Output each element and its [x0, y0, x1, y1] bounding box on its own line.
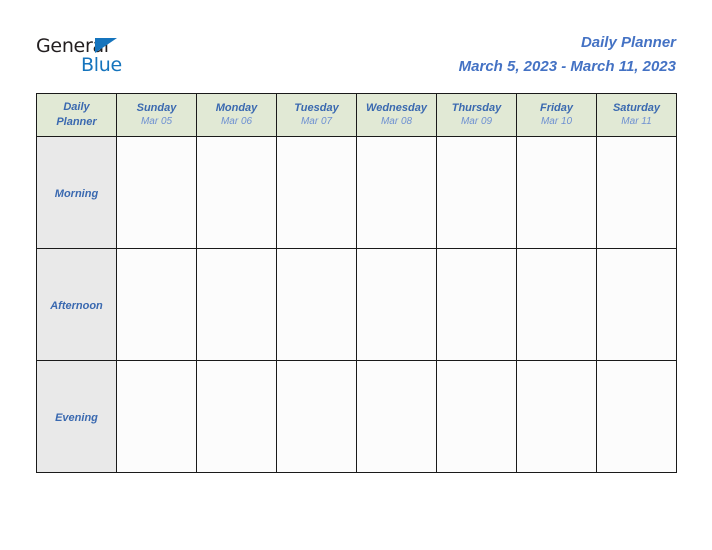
triangle-icon [95, 38, 117, 53]
logo-word-blue: Blue [81, 54, 122, 76]
slot-afternoon-tuesday[interactable] [276, 248, 357, 361]
slot-morning-wednesday[interactable] [356, 136, 437, 249]
table-row-evening: Evening [36, 360, 677, 473]
page-header: General Blue Daily Planner March 5, 2023… [0, 0, 712, 93]
daily-planner-table: Daily Planner Sunday Mar 05 Monday Mar 0… [36, 93, 677, 473]
table-header: Daily Planner Sunday Mar 05 Monday Mar 0… [36, 93, 677, 137]
page-title: Daily Planner [580, 34, 676, 51]
slot-afternoon-wednesday[interactable] [356, 248, 437, 361]
day-date-friday: Mar 10 [540, 116, 573, 127]
column-header-monday: Monday Mar 06 [196, 93, 277, 137]
row-label-text-afternoon: Afternoon [50, 299, 103, 312]
date-range-subtitle: March 5, 2023 - March 11, 2023 [458, 58, 676, 75]
slot-evening-thursday[interactable] [436, 360, 517, 473]
day-date-saturday: Mar 11 [621, 116, 652, 127]
day-date-thursday: Mar 09 [460, 116, 493, 127]
slot-evening-sunday[interactable] [116, 360, 197, 473]
slot-evening-friday[interactable] [516, 360, 597, 473]
day-name-friday: Friday [539, 102, 573, 114]
day-date-monday: Mar 06 [220, 116, 253, 127]
slot-afternoon-monday[interactable] [196, 248, 277, 361]
title-block: Daily Planner March 5, 2023 - March 11, … [459, 33, 676, 77]
slot-morning-sunday[interactable] [116, 136, 197, 249]
day-date-wednesday: Mar 08 [380, 116, 413, 127]
slot-evening-wednesday[interactable] [356, 360, 437, 473]
slot-morning-tuesday[interactable] [276, 136, 357, 249]
slot-morning-friday[interactable] [516, 136, 597, 249]
day-name-sunday: Sunday [136, 102, 177, 114]
slot-afternoon-friday[interactable] [516, 248, 597, 361]
slot-morning-thursday[interactable] [436, 136, 517, 249]
corner-label-line2: Planner [56, 116, 97, 128]
day-date-sunday: Mar 05 [140, 116, 173, 127]
column-header-tuesday: Tuesday Mar 07 [276, 93, 357, 137]
day-name-tuesday: Tuesday [294, 102, 339, 114]
slot-morning-saturday[interactable] [596, 136, 677, 249]
table-row-afternoon: Afternoon [36, 248, 677, 361]
column-header-saturday: Saturday Mar 11 [596, 93, 677, 137]
general-blue-logo[interactable]: General Blue [36, 36, 136, 82]
day-name-wednesday: Wednesday [366, 102, 427, 114]
day-name-monday: Monday [215, 102, 258, 114]
corner-label-line1: Daily [63, 101, 90, 113]
table-header-row: Daily Planner Sunday Mar 05 Monday Mar 0… [36, 93, 677, 137]
slot-afternoon-thursday[interactable] [436, 248, 517, 361]
table-body: Morning Afternoon Evening [36, 136, 677, 473]
slot-evening-tuesday[interactable] [276, 360, 357, 473]
column-header-friday: Friday Mar 10 [516, 93, 597, 137]
table-corner-cell: Daily Planner [36, 93, 117, 137]
column-header-wednesday: Wednesday Mar 08 [356, 93, 437, 137]
column-header-sunday: Sunday Mar 05 [116, 93, 197, 137]
column-header-thursday: Thursday Mar 09 [436, 93, 517, 137]
day-name-saturday: Saturday [612, 102, 661, 114]
row-label-text-morning: Morning [54, 187, 99, 200]
planner-table-wrapper: Daily Planner Sunday Mar 05 Monday Mar 0… [36, 93, 677, 473]
slot-afternoon-sunday[interactable] [116, 248, 197, 361]
table-row-morning: Morning [36, 136, 677, 249]
day-name-thursday: Thursday [451, 102, 502, 114]
slot-evening-saturday[interactable] [596, 360, 677, 473]
row-label-morning: Morning [36, 136, 117, 249]
slot-morning-monday[interactable] [196, 136, 277, 249]
day-date-tuesday: Mar 07 [300, 116, 333, 127]
row-label-text-evening: Evening [55, 411, 98, 424]
slot-afternoon-saturday[interactable] [596, 248, 677, 361]
row-label-evening: Evening [36, 360, 117, 473]
row-label-afternoon: Afternoon [36, 248, 117, 361]
slot-evening-monday[interactable] [196, 360, 277, 473]
